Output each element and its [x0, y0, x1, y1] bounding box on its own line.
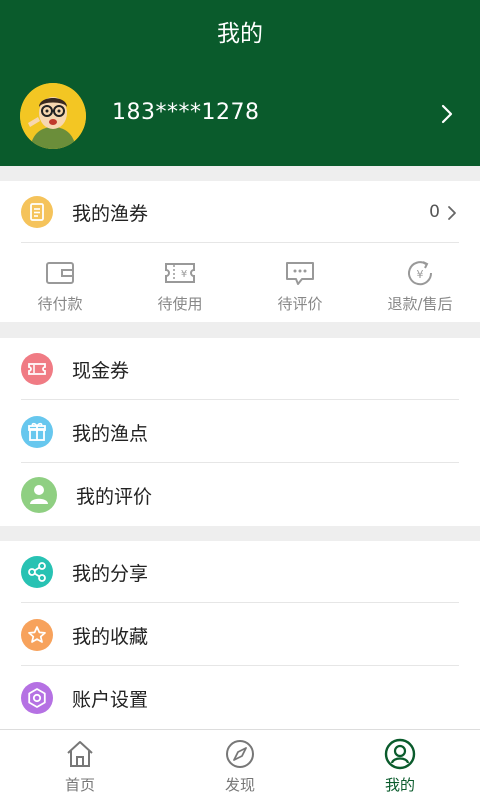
divider [21, 665, 459, 666]
tab-discover[interactable]: 发现 [160, 730, 320, 800]
tab-label: 我的 [384, 776, 415, 794]
coupon-list-icon [21, 196, 53, 228]
svg-text:¥: ¥ [417, 268, 424, 281]
refund-icon: ¥ [408, 261, 433, 286]
menu-item-label: 我的分享 [72, 563, 149, 585]
menu-item-fish-points[interactable]: 我的渔点 [0, 401, 480, 463]
order-status-bar: 待付款 ¥ 待使用 待评价 ¥ 退款/售后 [0, 243, 480, 322]
coupon-count: 0 [429, 202, 440, 222]
menu-item-label: 我的渔点 [72, 423, 149, 445]
profile-header: 我的 183****1278 [0, 0, 480, 166]
order-to-review[interactable]: 待评价 [240, 243, 360, 322]
menu-item-my-reviews[interactable]: 我的评价 [0, 464, 480, 526]
bottom-tab-bar: 首页 发现 我的 [0, 729, 480, 800]
chevron-right-icon [448, 206, 456, 220]
divider [21, 462, 459, 463]
gift-icon [21, 416, 53, 448]
menu-item-account-settings[interactable]: 账户设置 [0, 667, 480, 729]
order-label: 待评价 [277, 295, 323, 313]
chevron-right-icon[interactable] [438, 102, 456, 126]
share-icon [21, 556, 53, 588]
menu-item-my-favorites[interactable]: 我的收藏 [0, 604, 480, 666]
tab-profile[interactable]: 我的 [320, 730, 480, 800]
compass-icon [226, 740, 254, 768]
avatar[interactable] [20, 83, 86, 149]
menu-group-1: 现金券 我的渔点 我的评价 [0, 338, 480, 526]
menu-item-label: 我的收藏 [72, 626, 149, 648]
menu-item-my-shares[interactable]: 我的分享 [0, 541, 480, 603]
tab-home[interactable]: 首页 [0, 730, 160, 800]
order-to-use[interactable]: ¥ 待使用 [120, 243, 240, 322]
my-fish-coupons-row[interactable]: 我的渔券 0 [0, 181, 480, 243]
menu-item-cash-coupon[interactable]: 现金券 [0, 338, 480, 400]
menu-item-label: 现金券 [72, 360, 130, 382]
orders-card: 我的渔券 0 待付款 ¥ 待使用 待评价 ¥ 退款/售后 [0, 181, 480, 322]
divider [21, 602, 459, 603]
order-label: 待使用 [157, 295, 203, 313]
ticket-icon: ¥ [165, 263, 195, 283]
order-pending-payment[interactable]: 待付款 [0, 243, 120, 322]
avatar-cartoon-icon [20, 83, 86, 149]
tab-label: 发现 [224, 776, 255, 794]
comment-icon [286, 262, 314, 285]
order-label: 待付款 [37, 295, 83, 313]
menu-item-label: 账户设置 [72, 689, 149, 711]
wallet-icon [46, 262, 74, 284]
svg-text:¥: ¥ [181, 269, 187, 280]
menu-group-2: 我的分享 我的收藏 账户设置 [0, 541, 480, 729]
user-phone: 183****1278 [112, 100, 260, 125]
cash-coupon-icon [21, 353, 53, 385]
profile-icon [384, 738, 416, 770]
order-label: 退款/售后 [387, 295, 453, 313]
tab-label: 首页 [64, 776, 95, 794]
divider [21, 399, 459, 400]
my-fish-coupons-label: 我的渔券 [72, 203, 149, 225]
settings-icon [21, 682, 53, 714]
user-icon [21, 477, 57, 513]
home-icon [67, 741, 93, 767]
menu-item-label: 我的评价 [76, 486, 153, 508]
star-icon [21, 619, 53, 651]
order-refund-aftersale[interactable]: ¥ 退款/售后 [360, 243, 480, 322]
page-title: 我的 [217, 21, 263, 47]
